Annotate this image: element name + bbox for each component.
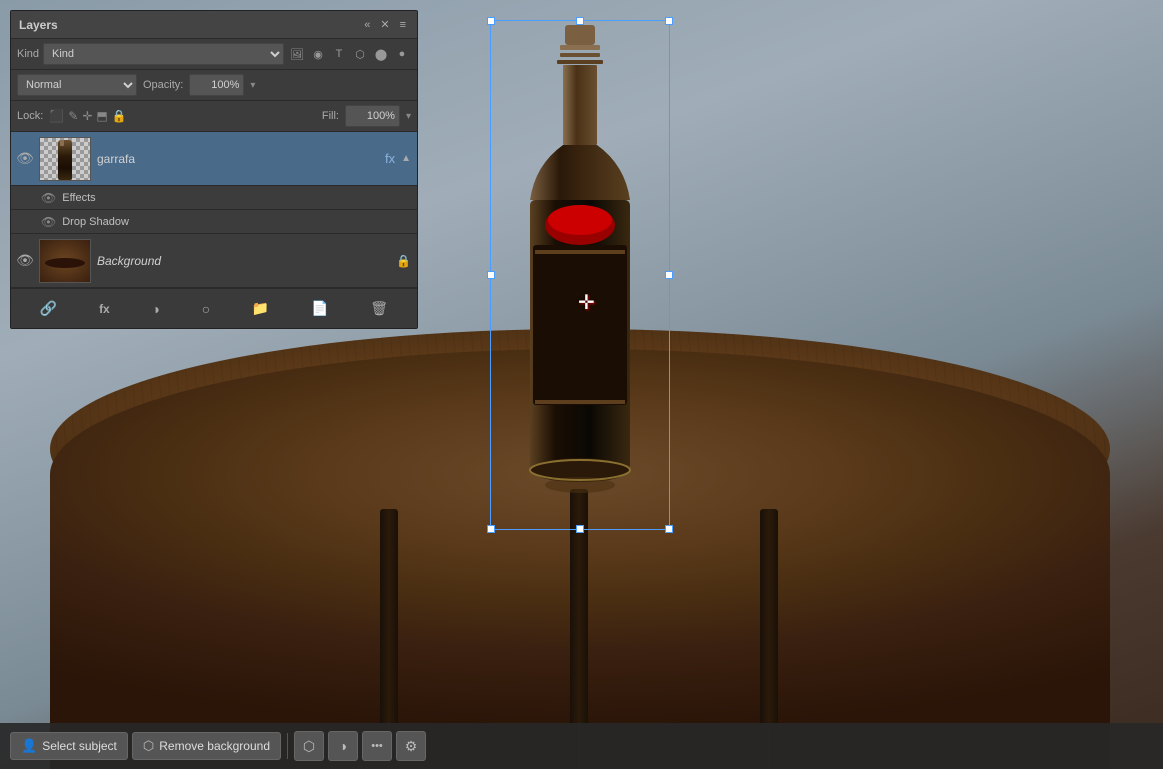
filter-text-icon[interactable]: T xyxy=(330,45,348,63)
fill-input[interactable] xyxy=(345,105,400,127)
layer-visibility-garrafa[interactable]: 👁 xyxy=(17,151,33,167)
handle-bottom-right[interactable] xyxy=(665,525,673,533)
layer-mask-icon[interactable]: ○ xyxy=(197,298,215,320)
handle-top-right[interactable] xyxy=(665,17,673,25)
bottle-thumb-inner xyxy=(58,140,72,180)
new-fill-adjustment-icon[interactable]: ◑ xyxy=(146,298,164,320)
layer-item-garrafa[interactable]: 👁 garrafa fx ▲ xyxy=(11,132,417,186)
lock-pixels-icon[interactable]: ⬛ xyxy=(49,109,64,123)
panel-close-btn[interactable]: ✕ xyxy=(377,17,392,32)
panel-menu-btn[interactable]: ≡ xyxy=(397,18,409,32)
effect-item-drop-shadow: 👁 Drop Shadow xyxy=(11,210,417,234)
handle-middle-left[interactable] xyxy=(487,271,495,279)
separator-1 xyxy=(287,733,288,759)
lock-all-icon[interactable]: ⬒ xyxy=(96,109,107,123)
handle-middle-right[interactable] xyxy=(665,271,673,279)
layer-name-garrafa: garrafa xyxy=(97,152,379,166)
lock-artboard-icon[interactable]: ✛ xyxy=(82,109,92,123)
filter-dot-icon[interactable]: ● xyxy=(393,45,411,63)
layer-name-background: Background xyxy=(97,254,390,268)
layer-visibility-background[interactable]: 👁 xyxy=(17,253,33,269)
lock-icons-group: ⬛ ✎ ✛ ⬒ 🔒 xyxy=(49,109,126,123)
effect-item-effects: 👁 Effects xyxy=(11,186,417,210)
panel-controls: « ✕ ≡ xyxy=(361,17,409,32)
handle-top-center[interactable] xyxy=(576,17,584,25)
effect-name-drop-shadow: Drop Shadow xyxy=(62,216,129,228)
select-subject-icon: 👤 xyxy=(21,738,37,754)
filter-kind-label: Kind xyxy=(17,48,39,60)
opacity-label: Opacity: xyxy=(143,79,183,91)
panel-title: Layers xyxy=(19,18,58,32)
filter-kind-dropdown[interactable]: Kind xyxy=(43,43,284,65)
effect-name-effects: Effects xyxy=(62,192,95,204)
handle-top-left[interactable] xyxy=(487,17,495,25)
remove-background-button[interactable]: ⬡ Remove background xyxy=(132,732,281,760)
panel-titlebar: Layers « ✕ ≡ xyxy=(11,11,417,39)
layer-expand-icon[interactable]: ▲ xyxy=(401,153,411,164)
filter-icons-group: 🖼 ◉ T ⬡ ⬤ ● xyxy=(288,45,411,63)
bottom-bar: 👤 Select subject ⬡ Remove background ⬡ ◑… xyxy=(0,723,1163,769)
panel-bottom-toolbar: 🔗 fx ◑ ○ 📁 📄 🗑 xyxy=(11,288,417,328)
group-layers-icon[interactable]: 📁 xyxy=(247,297,274,320)
lock-icon-background: 🔒 xyxy=(396,254,411,268)
blend-mode-dropdown[interactable]: Normal Multiply Screen Overlay xyxy=(17,74,137,96)
remove-bg-icon: ⬡ xyxy=(143,738,154,754)
blend-row: Normal Multiply Screen Overlay Opacity: … xyxy=(11,70,417,101)
lock-pad-icon[interactable]: 🔒 xyxy=(112,109,127,123)
new-layer-icon[interactable]: 📄 xyxy=(306,297,333,320)
remove-bg-label: Remove background xyxy=(159,739,270,753)
filter-image-icon[interactable]: 🖼 xyxy=(288,45,306,63)
select-subject-button[interactable]: 👤 Select subject xyxy=(10,732,128,760)
bottle-svg xyxy=(495,25,665,525)
layer-thumb-garrafa xyxy=(39,137,91,181)
select-subject-label: Select subject xyxy=(42,739,117,753)
filter-shape-icon[interactable]: ⬡ xyxy=(351,45,369,63)
opacity-arrow[interactable]: ▾ xyxy=(250,80,255,91)
link-layers-icon[interactable]: 🔗 xyxy=(35,297,62,320)
panel-collapse-btn[interactable]: « xyxy=(361,18,373,32)
effect-eye-drop-shadow[interactable]: 👁 xyxy=(41,215,56,229)
more-options-btn[interactable]: ••• xyxy=(362,731,392,761)
fx-icon-garrafa[interactable]: fx xyxy=(385,151,395,166)
fx-button[interactable]: fx xyxy=(94,299,115,319)
refine-edge-btn[interactable]: ⬡ xyxy=(294,731,324,761)
handle-bottom-center[interactable] xyxy=(576,525,584,533)
settings-btn[interactable]: ⚙ xyxy=(396,731,426,761)
opacity-input[interactable] xyxy=(189,74,244,96)
lock-label: Lock: xyxy=(17,110,43,122)
bottle-container[interactable]: ✛ xyxy=(490,20,680,540)
layer-list: 👁 garrafa fx ▲ 👁 Effects 👁 Drop Shadow 👁… xyxy=(11,132,417,288)
layer-item-background[interactable]: 👁 Background 🔒 xyxy=(11,234,417,288)
layer-thumb-background xyxy=(39,239,91,283)
lock-position-icon[interactable]: ✎ xyxy=(68,109,78,123)
filter-row: Kind Kind 🖼 ◉ T ⬡ ⬤ ● xyxy=(11,39,417,70)
filter-gradient-icon[interactable]: ◉ xyxy=(309,45,327,63)
fill-label: Fill: xyxy=(322,110,339,122)
fill-arrow[interactable]: ▾ xyxy=(406,111,411,122)
layers-panel: Layers « ✕ ≡ Kind Kind 🖼 ◉ T ⬡ ⬤ ● Norma… xyxy=(10,10,418,329)
effect-eye-effects[interactable]: 👁 xyxy=(41,191,56,205)
lock-row: Lock: ⬛ ✎ ✛ ⬒ 🔒 Fill: ▾ xyxy=(11,101,417,132)
delete-layer-icon[interactable]: 🗑 xyxy=(365,297,393,320)
filter-btn[interactable]: ◑ xyxy=(328,731,358,761)
filter-adjustment-icon[interactable]: ⬤ xyxy=(372,45,390,63)
